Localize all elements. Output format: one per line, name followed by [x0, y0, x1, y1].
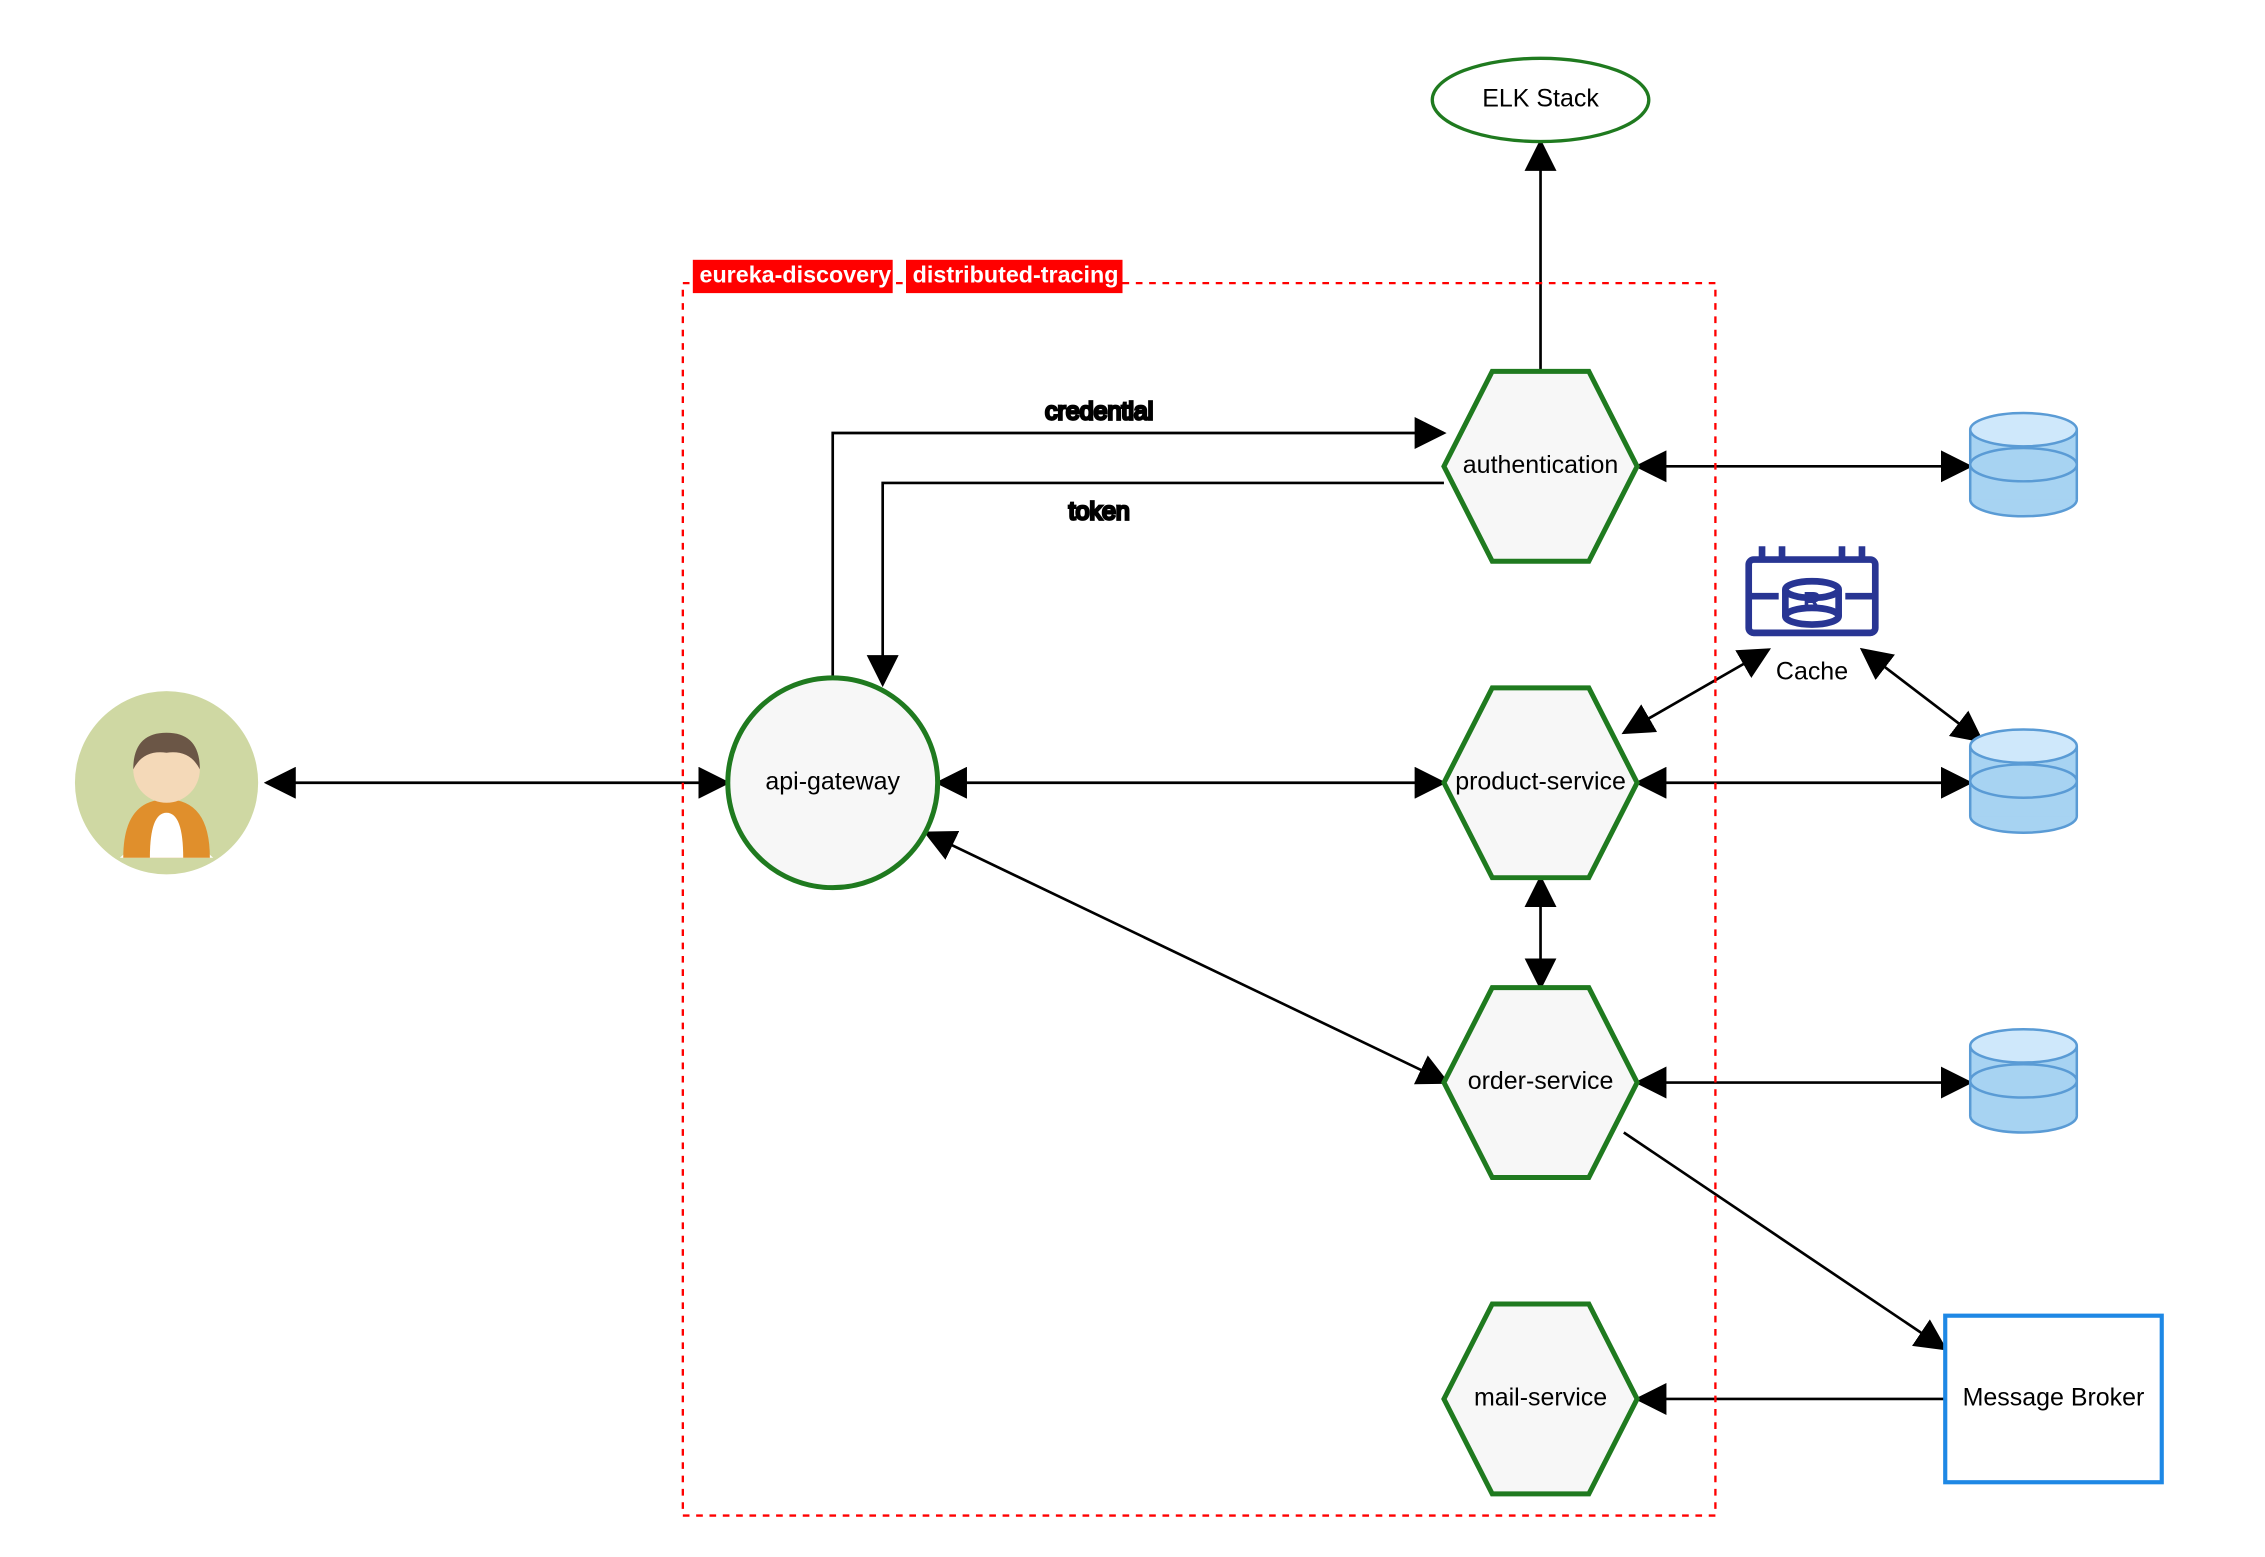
node-elk: ELK Stack: [1432, 58, 1649, 141]
node-auth-label: authentication: [1463, 451, 1618, 479]
architecture-diagram: credential token eureka-discovery: [0, 0, 2265, 1549]
user-icon: [75, 691, 258, 874]
node-product-label: product-service: [1455, 767, 1626, 795]
node-order: order-service: [1444, 988, 1637, 1178]
node-cache-label: Cache: [1776, 657, 1848, 685]
node-mail-label: mail-service: [1474, 1384, 1607, 1412]
boundary-tag-2: distributed-tracing: [913, 262, 1119, 288]
node-elk-label: ELK Stack: [1482, 85, 1599, 113]
redis-icon: R: [1749, 546, 1876, 633]
edge-gateway-order: [926, 833, 1447, 1083]
boundary-tag-1: eureka-discovery: [699, 262, 891, 288]
edge-token-label: token: [1069, 498, 1130, 526]
edge-product-cache: [1624, 650, 1769, 733]
edge-credential-label: credential: [1045, 398, 1153, 426]
node-order-label: order-service: [1468, 1067, 1614, 1095]
edge-order-broker: [1624, 1132, 1945, 1349]
db-product: [1970, 729, 2077, 832]
node-gateway-label: api-gateway: [765, 767, 900, 795]
db-auth: [1970, 413, 2077, 516]
svg-text:R: R: [1803, 588, 1821, 616]
node-gateway: api-gateway: [728, 678, 938, 888]
edges: credential token: [266, 142, 1981, 1399]
edge-credential: [833, 433, 1444, 678]
node-mail: mail-service: [1444, 1304, 1637, 1494]
edge-cache-db: [1862, 650, 1982, 742]
node-product: product-service: [1444, 688, 1637, 878]
db-order: [1970, 1029, 2077, 1132]
node-broker: Message Broker: [1945, 1316, 2162, 1483]
edge-token: [883, 483, 1444, 685]
node-broker-label: Message Broker: [1963, 1384, 2145, 1412]
node-auth: authentication: [1444, 371, 1637, 561]
node-cache: R Cache: [1749, 546, 1876, 685]
